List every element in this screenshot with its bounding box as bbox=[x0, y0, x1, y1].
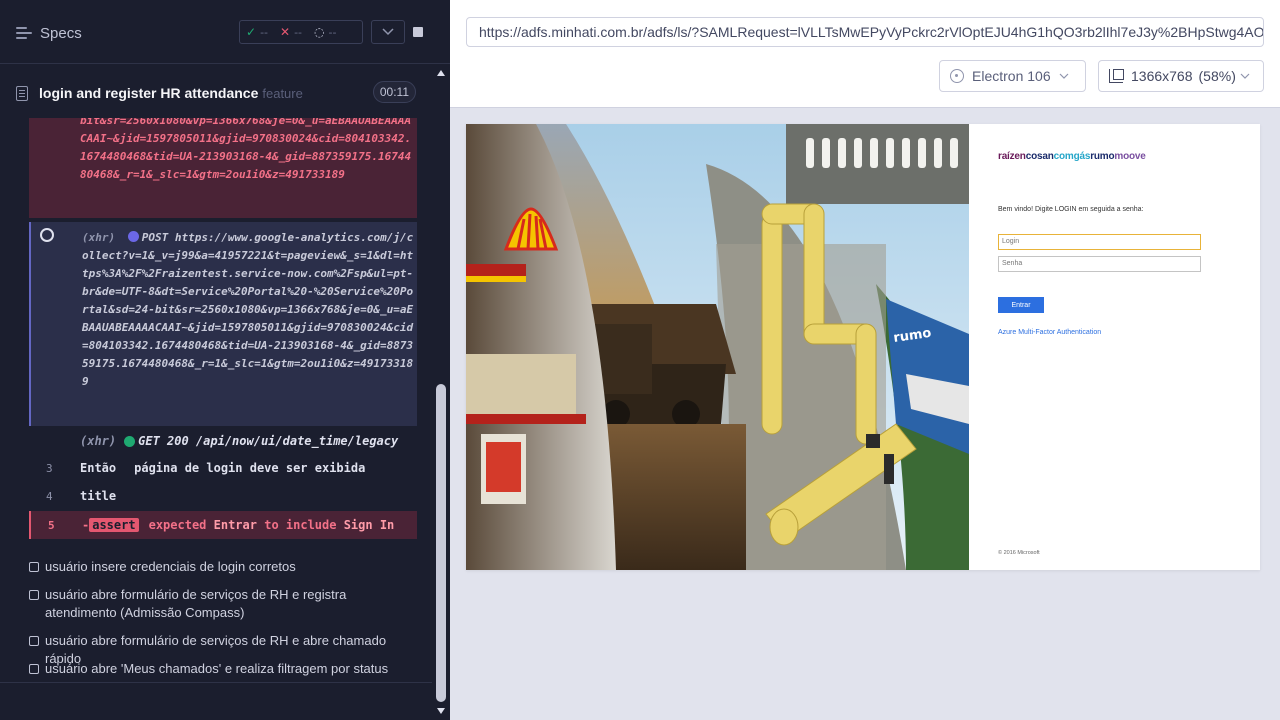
passed-count: -- bbox=[260, 25, 269, 39]
assert-value: Entrar bbox=[213, 518, 257, 532]
checkbox-icon bbox=[29, 636, 39, 646]
test-item[interactable]: usuário abre 'Meus chamados' e realiza f… bbox=[29, 660, 419, 678]
assert-expected: expected bbox=[148, 518, 207, 532]
command-log: bit&sr=2560x1080&vp=1366x768&je=0&_u=aEB… bbox=[0, 118, 432, 682]
copyright-text: © 2016 Microsoft bbox=[998, 550, 1040, 556]
failed-stat: ✕ -- bbox=[274, 21, 308, 43]
chevron-down-icon bbox=[1059, 73, 1069, 79]
mfa-link[interactable]: Azure Multi-Factor Authentication bbox=[998, 329, 1101, 336]
viewport-icon bbox=[1109, 69, 1124, 83]
assert-target: Sign In bbox=[343, 518, 395, 532]
checkbox-icon bbox=[29, 664, 39, 674]
stop-button[interactable] bbox=[405, 20, 431, 44]
step-keyword: Então bbox=[80, 461, 117, 475]
reporter-panel: Specs ✓ -- ✕ -- ◌ -- login and register … bbox=[0, 0, 450, 720]
xhr-url: POST https://www.google-analytics.com/j/… bbox=[82, 231, 414, 388]
scroll-thumb[interactable] bbox=[436, 384, 446, 702]
aut-iframe: rumo raízencosancomgásrumomoove Bem vind… bbox=[466, 124, 1260, 570]
scroll-up-arrow-icon[interactable] bbox=[437, 70, 445, 76]
spec-kind: feature bbox=[262, 85, 303, 101]
step-text: title bbox=[80, 489, 117, 503]
line-number: 3 bbox=[46, 461, 53, 475]
electron-icon bbox=[950, 69, 964, 83]
auto-scroll-button[interactable] bbox=[371, 20, 405, 44]
login-input[interactable]: Login bbox=[998, 234, 1201, 250]
browser-selector[interactable]: Electron 106 bbox=[939, 60, 1086, 92]
xhr-label: (xhr) bbox=[82, 231, 116, 244]
login-illustration: rumo bbox=[466, 124, 969, 570]
checkbox-icon bbox=[29, 562, 39, 572]
test-stats: ✓ -- ✕ -- ◌ -- bbox=[239, 20, 363, 44]
test-title: usuário abre 'Meus chamados' e realiza f… bbox=[45, 661, 389, 676]
spec-title: login and register HR attendance bbox=[39, 85, 259, 101]
test-item[interactable]: usuário abre formulário de serviços de R… bbox=[29, 586, 419, 622]
assert-to-include: to include bbox=[264, 518, 337, 532]
assert-row[interactable]: 5 - assert expected Entrar to include Si… bbox=[29, 511, 417, 539]
test-title: usuário insere credenciais de login corr… bbox=[45, 559, 296, 574]
menu-icon bbox=[16, 27, 32, 39]
line-number: 5 bbox=[48, 518, 55, 532]
status-dot-icon bbox=[124, 435, 136, 447]
scrollbar[interactable] bbox=[432, 64, 450, 720]
chevron-down-icon bbox=[382, 28, 394, 36]
pending-icon bbox=[40, 228, 54, 242]
chevron-down-icon bbox=[1240, 73, 1250, 79]
viewport-scale: (58%) bbox=[1198, 68, 1236, 84]
password-input[interactable]: Senha bbox=[998, 256, 1201, 272]
xhr-label: (xhr) bbox=[80, 434, 117, 448]
aut-panel: https://adfs.minhati.com.br/adfs/ls/?SAM… bbox=[450, 0, 1280, 720]
viewport-size: 1366x768 bbox=[1131, 68, 1193, 84]
step-row[interactable]: 3 Então página de login deve ser exibida bbox=[29, 455, 417, 481]
welcome-text: Bem vindo! Digite LOGIN em seguida a sen… bbox=[998, 206, 1144, 213]
xhr-url: GET 200 /api/now/ui/date_time/legacy bbox=[138, 434, 399, 448]
x-icon: ✕ bbox=[280, 25, 291, 39]
submit-button[interactable]: Entrar bbox=[998, 297, 1044, 313]
check-icon: ✓ bbox=[246, 25, 257, 39]
aut-header: https://adfs.minhati.com.br/adfs/ls/?SAM… bbox=[450, 0, 1280, 108]
pending-stat: ◌ -- bbox=[308, 21, 342, 43]
assert-prefix: - bbox=[82, 518, 90, 532]
test-item[interactable]: usuário insere credenciais de login corr… bbox=[29, 558, 419, 576]
adfs-login-form: raízencosancomgásrumomoove Bem vindo! Di… bbox=[969, 124, 1260, 570]
status-dot-icon bbox=[127, 231, 139, 242]
assert-badge: assert bbox=[89, 518, 139, 532]
checkbox-icon bbox=[29, 590, 39, 600]
command-text: (xhr) POST https://www.google-analytics.… bbox=[82, 229, 417, 391]
document-icon bbox=[16, 85, 28, 101]
test-title: usuário abre formulário de serviços de R… bbox=[45, 587, 347, 620]
failed-command[interactable]: bit&sr=2560x1080&vp=1366x768&je=0&_u=aEB… bbox=[29, 118, 417, 218]
pending-count: -- bbox=[328, 25, 337, 39]
step-text: página de login deve ser exibida bbox=[134, 461, 366, 475]
reporter-header: Specs ✓ -- ✕ -- ◌ -- bbox=[0, 0, 450, 64]
runnable-header[interactable]: login and register HR attendance feature… bbox=[16, 78, 416, 108]
browser-name: Electron 106 bbox=[972, 68, 1051, 84]
pending-icon: ◌ bbox=[314, 25, 325, 39]
step-row[interactable]: 4 title bbox=[29, 483, 417, 509]
specs-label: Specs bbox=[40, 24, 82, 42]
brand-logos: raízencosancomgásrumomoove bbox=[998, 151, 1146, 162]
stop-icon bbox=[413, 27, 423, 37]
specs-toggle-button[interactable]: Specs bbox=[16, 22, 82, 44]
duration-badge: 00:11 bbox=[372, 81, 416, 103]
command-text: bit&sr=2560x1080&vp=1366x768&je=0&_u=aEB… bbox=[80, 118, 412, 181]
failed-count: -- bbox=[294, 25, 303, 39]
passed-stat: ✓ -- bbox=[240, 21, 274, 43]
scroll-down-arrow-icon[interactable] bbox=[437, 708, 445, 714]
xhr-command[interactable]: (xhr) GET 200 /api/now/ui/date_time/lega… bbox=[29, 428, 417, 454]
xhr-command[interactable]: (xhr) POST https://www.google-analytics.… bbox=[29, 222, 417, 426]
viewport-selector[interactable]: 1366x768 (58%) bbox=[1098, 60, 1264, 92]
url-bar[interactable]: https://adfs.minhati.com.br/adfs/ls/?SAM… bbox=[466, 17, 1264, 47]
divider bbox=[0, 682, 432, 683]
line-number: 4 bbox=[46, 489, 53, 503]
